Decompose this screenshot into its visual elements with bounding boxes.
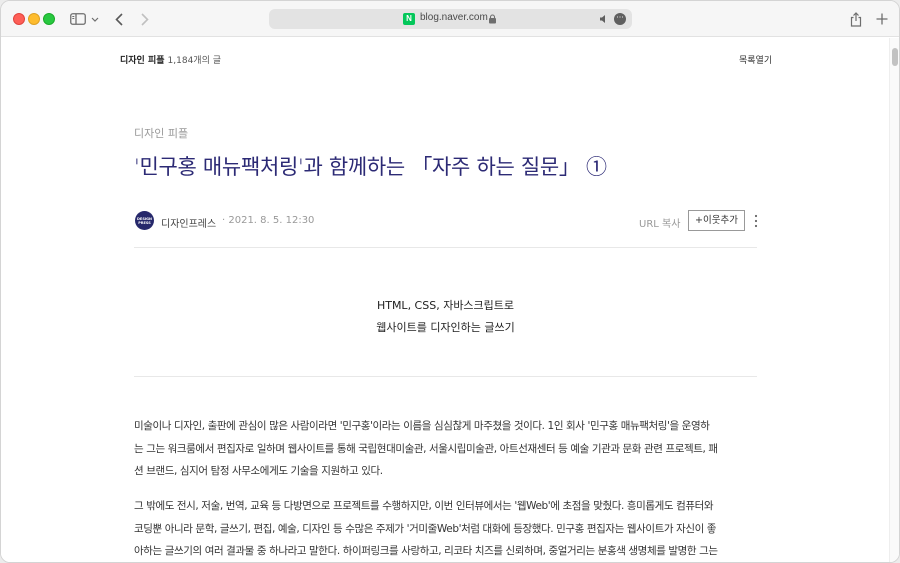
paragraph-line: 는 그는 워크룸에서 편집자로 일하며 웹사이트를 통해 국립현대미술관, 서울…	[134, 442, 718, 455]
post-category[interactable]: 디자인 피플	[134, 125, 188, 141]
browser-window: N blog.naver.com ··· 디자인 피플 1,184개의 글 목록열…	[0, 0, 900, 563]
back-button[interactable]	[111, 9, 127, 29]
header-divider	[134, 247, 757, 248]
post-date: · 2021. 8. 5. 12:30	[222, 215, 315, 226]
lock-icon	[489, 14, 496, 24]
chevron-down-icon[interactable]	[90, 9, 100, 29]
author-avatar[interactable]: DESIGN PRESS	[135, 211, 154, 230]
kebab-menu-icon[interactable]	[753, 213, 759, 229]
paragraph-line: 그 밖에도 전시, 저술, 번역, 교육 등 다방면으로 프로젝트를 수행하지만…	[134, 500, 714, 512]
blog-category-header: 디자인 피플 1,184개의 글	[120, 53, 221, 66]
zoom-window-button[interactable]	[43, 13, 55, 25]
address-bar[interactable]: N blog.naver.com ···	[269, 9, 632, 29]
paragraph-line: 코딩뿐 아니라 문학, 글쓰기, 편집, 예술, 디자인 등 수많은 주제가 '…	[134, 522, 717, 535]
more-icon[interactable]: ···	[614, 13, 626, 25]
paragraph-line: 아하는 글쓰기의 여러 결과물 중 하나라고 말한다. 하이퍼링크를 사랑하고,…	[134, 545, 718, 557]
paragraph-line: 션 브랜드, 심지어 탐정 사무소에게도 기술을 지원하고 있다.	[134, 465, 383, 477]
list-toggle-link[interactable]: 목록열기	[739, 53, 772, 66]
blog-post-count: 1,184개의 글	[167, 56, 222, 66]
scrollbar[interactable]	[889, 38, 899, 562]
speaker-icon[interactable]	[599, 14, 609, 24]
new-tab-plus-icon[interactable]	[874, 9, 890, 29]
page-content: 디자인 피플 1,184개의 글 목록열기 디자인 피플 '민구홍 매뉴팩처링'과…	[1, 38, 899, 562]
naver-favicon-icon: N	[403, 13, 415, 25]
blog-category-name[interactable]: 디자인 피플	[120, 56, 165, 66]
post-paragraph: 미술이나 디자인, 출판에 관심이 많은 사람이라면 '민구홍'이라는 이름을 …	[134, 415, 759, 483]
quote-line: HTML, CSS, 자바스크립트로	[376, 299, 515, 312]
paragraph-line: 미술이나 디자인, 출판에 관심이 많은 사람이라면 '민구홍'이라는 이름을 …	[134, 420, 710, 432]
quote-divider	[134, 376, 757, 377]
scrollbar-thumb[interactable]	[892, 48, 898, 66]
add-neighbor-button[interactable]: +이웃추가	[688, 210, 745, 231]
title-bar: N blog.naver.com ···	[1, 1, 899, 37]
url-text: blog.naver.com	[420, 12, 488, 23]
author-name[interactable]: 디자인프레스	[161, 215, 216, 230]
url-copy-button[interactable]: URL 복사	[639, 215, 680, 230]
minimize-window-button[interactable]	[28, 13, 40, 25]
forward-button[interactable]	[137, 9, 153, 29]
sidebar-icon[interactable]	[69, 9, 87, 29]
quote-line: 웹사이트를 디자인하는 글쓰기	[376, 321, 515, 334]
close-window-button[interactable]	[13, 13, 25, 25]
share-icon[interactable]	[848, 9, 864, 29]
post-paragraph: 그 밖에도 전시, 저술, 번역, 교육 등 다방면으로 프로젝트를 수행하지만…	[134, 495, 759, 562]
post-title: '민구홍 매뉴팩처링'과 함께하는 「자주 하는 질문」 ①	[134, 155, 607, 179]
